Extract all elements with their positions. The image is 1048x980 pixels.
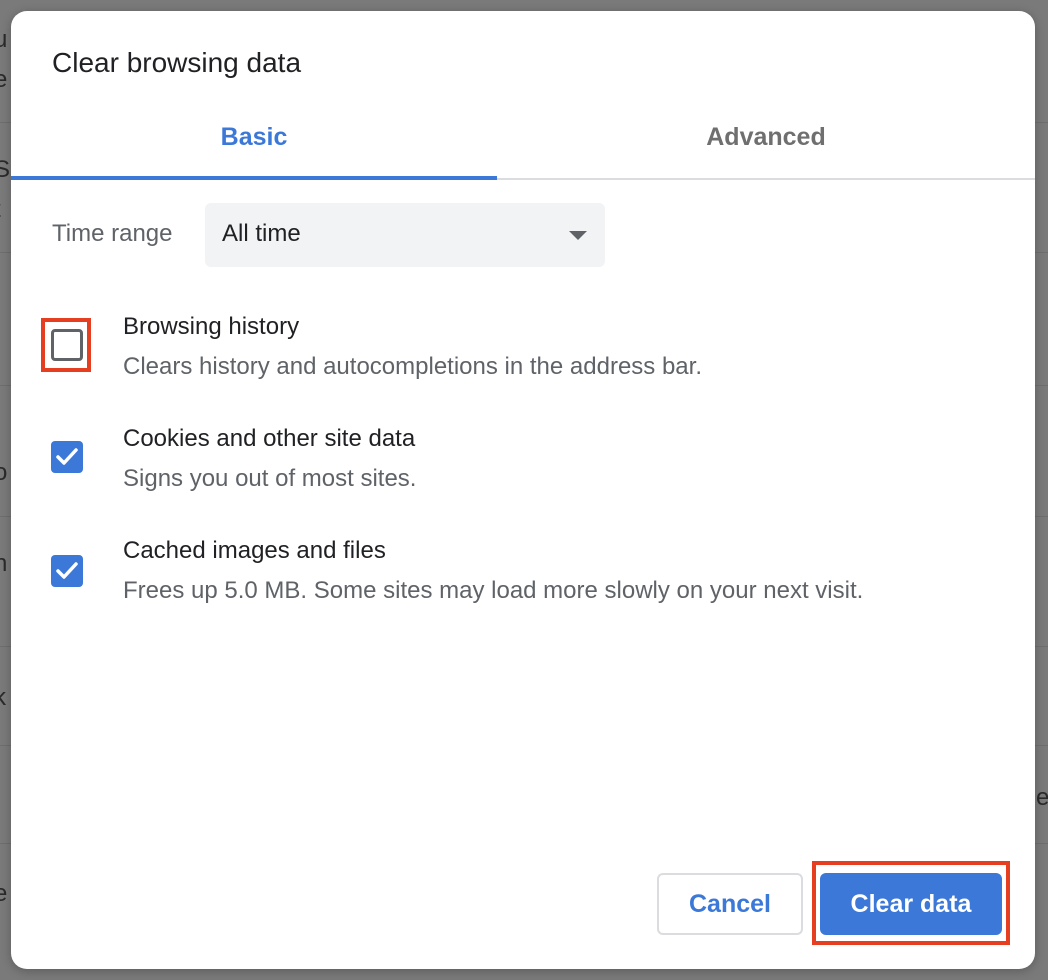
background-text-fragment: e (1036, 784, 1048, 811)
background-text-fragment: n (0, 550, 8, 577)
browsing-history-checkbox[interactable] (51, 329, 83, 361)
clear-data-button[interactable]: Clear data (820, 873, 1002, 935)
option-description: Signs you out of most sites. (123, 465, 417, 492)
dialog-title: Clear browsing data (52, 47, 302, 78)
tab-bar: Basic Advanced (11, 115, 1035, 180)
option-browsing-history: Browsing history Clears history and auto… (11, 311, 1035, 403)
time-range-value: All time (222, 220, 301, 247)
time-range-label: Time range (52, 220, 173, 247)
dropdown-arrow-icon (569, 231, 587, 240)
option-cookies: Cookies and other site data Signs you ou… (11, 423, 1035, 515)
background-text-fragment: e (0, 66, 8, 93)
time-range-select[interactable]: All time (205, 203, 605, 267)
background-text-fragment: t (0, 196, 1, 224)
checkmark-icon (56, 448, 78, 465)
cookies-checkbox[interactable] (51, 441, 83, 473)
option-title: Cookies and other site data (123, 425, 416, 452)
background-text-fragment: k (0, 684, 6, 711)
option-title: Browsing history (123, 313, 300, 340)
background-text-fragment: e (0, 880, 8, 907)
background-text-fragment: u (0, 26, 8, 53)
option-cached-images: Cached images and files Frees up 5.0 MB.… (11, 535, 1035, 627)
background-text-fragment: S (0, 156, 11, 183)
cached-images-checkbox[interactable] (51, 555, 83, 587)
checkmark-icon (56, 562, 78, 579)
option-description: Clears history and autocompletions in th… (123, 353, 702, 380)
option-description: Frees up 5.0 MB. Some sites may load mor… (123, 577, 864, 604)
option-title: Cached images and files (123, 537, 386, 564)
background-text-fragment: o (0, 459, 8, 486)
cancel-button[interactable]: Cancel (657, 873, 803, 935)
tab-basic[interactable]: Basic (11, 115, 497, 180)
tab-advanced[interactable]: Advanced (523, 115, 1009, 178)
clear-browsing-data-dialog: Clear browsing data Basic Advanced Time … (11, 11, 1035, 969)
